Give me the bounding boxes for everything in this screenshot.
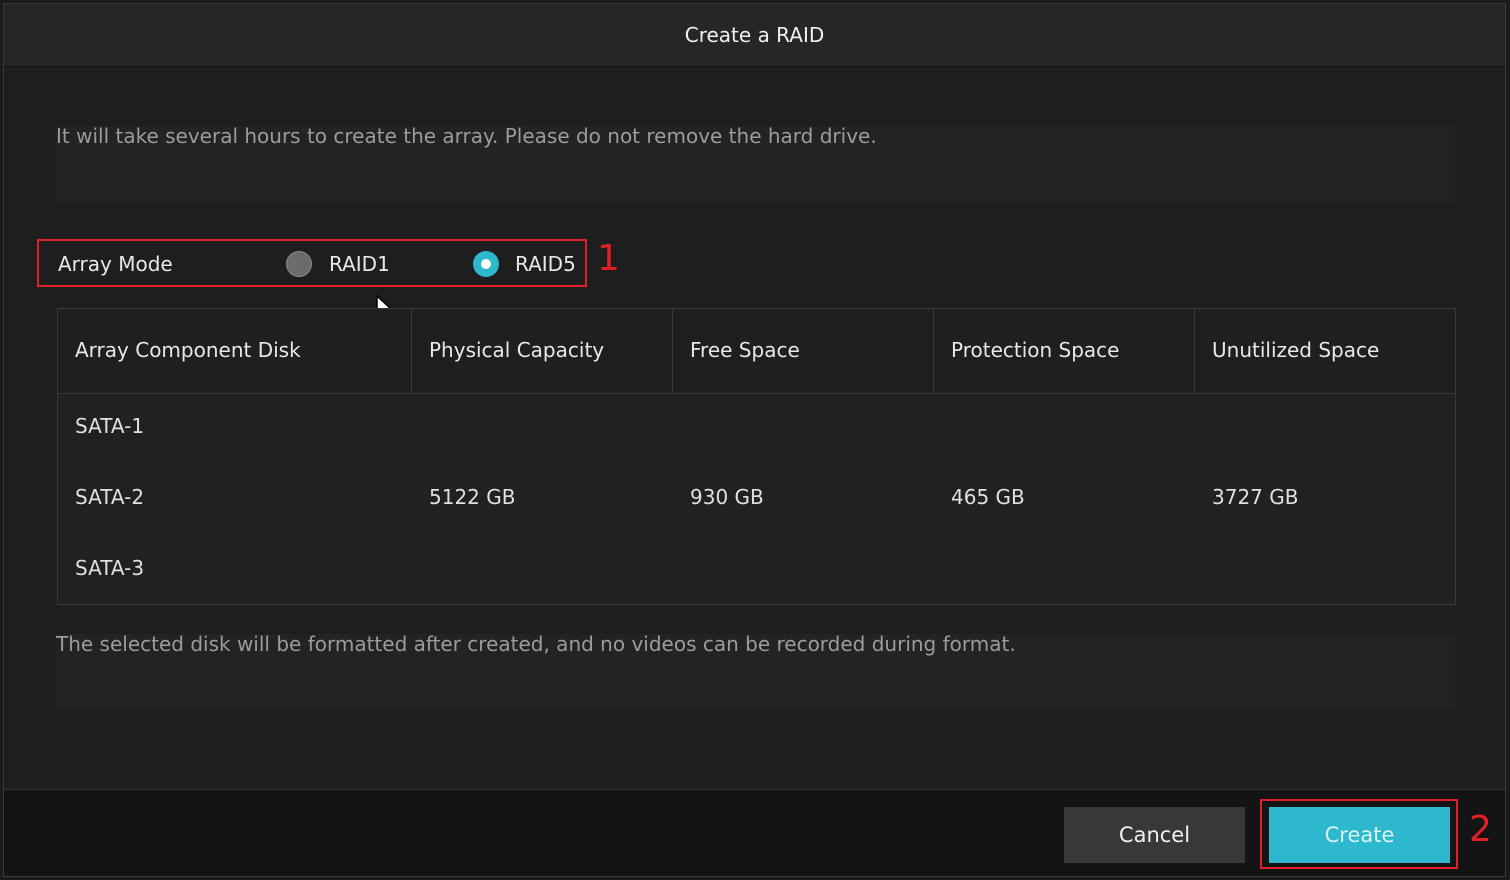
raid5-radio[interactable] bbox=[473, 251, 499, 277]
info-notice-bottom: The selected disk will be formatted afte… bbox=[56, 632, 1455, 710]
dialog-footer: Cancel Create 2 bbox=[4, 789, 1505, 876]
disk-sata-1: SATA-1 bbox=[75, 414, 145, 438]
array-mode-row: Array Mode RAID1 RAID5 bbox=[37, 239, 587, 287]
protection-space-value: 465 GB bbox=[951, 485, 1025, 509]
step-2-marker: 2 bbox=[1469, 809, 1492, 850]
create-button[interactable]: Create bbox=[1269, 807, 1450, 863]
disk-sata-3: SATA-3 bbox=[75, 556, 145, 580]
step-1-marker: 1 bbox=[597, 238, 620, 279]
col-header-physical: Physical Capacity bbox=[412, 309, 673, 393]
table-header: Array Component Disk Physical Capacity F… bbox=[58, 309, 1455, 394]
raid1-radio[interactable] bbox=[286, 251, 312, 277]
array-mode-label: Array Mode bbox=[58, 252, 173, 276]
col-header-physical-label: Physical Capacity bbox=[429, 338, 605, 362]
col-header-free: Free Space bbox=[673, 309, 934, 393]
col-header-unutilized: Unutilized Space bbox=[1195, 309, 1456, 393]
dialog-titlebar: Create a RAID bbox=[4, 4, 1505, 67]
col-header-disk: Array Component Disk bbox=[58, 309, 412, 393]
col-header-disk-label: Array Component Disk bbox=[75, 338, 301, 362]
col-header-protection: Protection Space bbox=[934, 309, 1195, 393]
free-space-value: 930 GB bbox=[690, 485, 764, 509]
col-header-free-label: Free Space bbox=[690, 338, 800, 362]
col-header-protection-label: Protection Space bbox=[951, 338, 1120, 362]
col-header-unutilized-label: Unutilized Space bbox=[1212, 338, 1380, 362]
info-notice-bottom-text: The selected disk will be formatted afte… bbox=[56, 632, 1016, 656]
disk-table: Array Component Disk Physical Capacity F… bbox=[57, 308, 1456, 605]
unutilized-space-value: 3727 GB bbox=[1212, 485, 1299, 509]
create-raid-dialog: Create a RAID It will take several hours… bbox=[3, 3, 1506, 877]
dialog-title: Create a RAID bbox=[684, 23, 825, 47]
raid5-label[interactable]: RAID5 bbox=[515, 252, 576, 276]
disk-sata-2: SATA-2 bbox=[75, 485, 145, 509]
physical-capacity-value: 5122 GB bbox=[429, 485, 516, 509]
info-notice-top: It will take several hours to create the… bbox=[56, 124, 1455, 202]
cancel-button[interactable]: Cancel bbox=[1064, 807, 1245, 863]
info-notice-top-text: It will take several hours to create the… bbox=[56, 124, 877, 148]
raid1-label[interactable]: RAID1 bbox=[329, 252, 390, 276]
